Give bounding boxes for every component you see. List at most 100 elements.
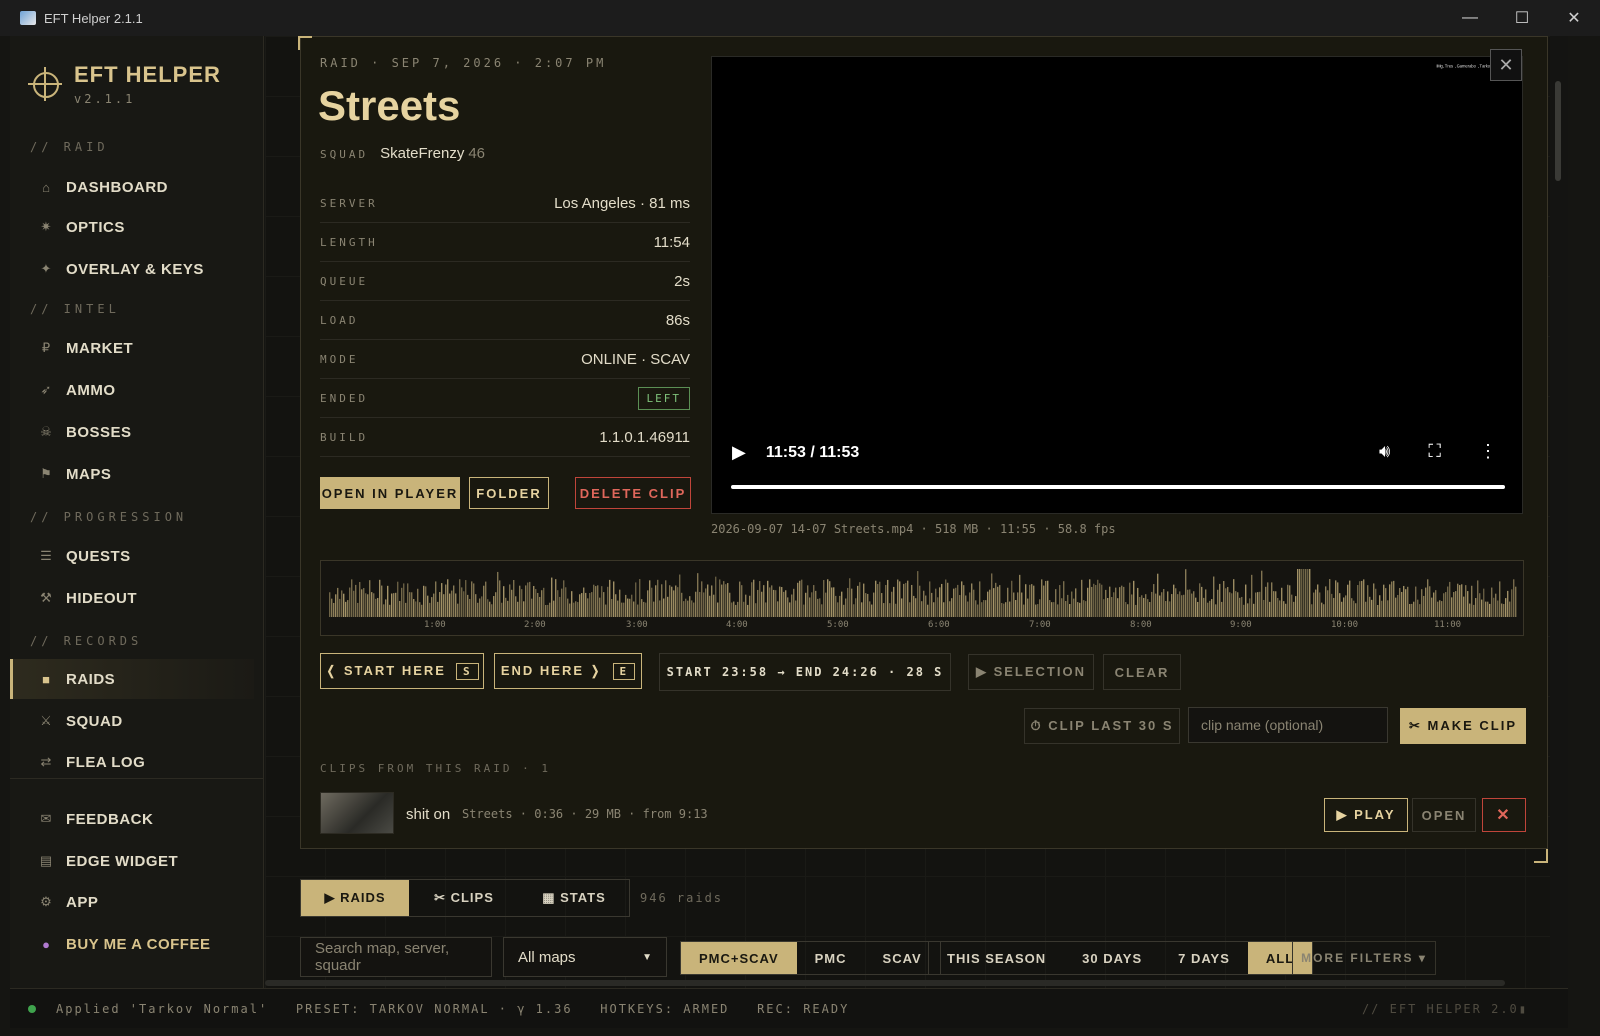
sidebar-item-overlay-keys[interactable]: ✦ OVERLAY & KEYS — [10, 249, 254, 289]
tab-clips[interactable]: ✂ CLIPS — [409, 880, 519, 916]
sidebar-item-app[interactable]: ⚙ APP — [10, 882, 254, 922]
sidebar-item-dashboard[interactable]: ⌂ DASHBOARD — [10, 167, 254, 207]
vertical-scrollbar[interactable] — [1550, 36, 1568, 988]
timeline-tick: 7:00 — [1029, 620, 1051, 630]
detail-row-build: BUILD 1.1.0.1.46911 — [320, 418, 690, 457]
filter-30-days[interactable]: 30 DAYS — [1064, 942, 1160, 974]
sidebar-item-raids[interactable]: ■ RAIDS — [10, 659, 254, 699]
audio-waveform-timeline[interactable]: 1:00 2:00 3:00 4:00 5:00 6:00 7:00 8:00 … — [320, 560, 1524, 636]
play-icon[interactable]: ▶ — [732, 442, 746, 463]
timeline-tick: 4:00 — [726, 620, 748, 630]
make-clip-button[interactable]: ✂ MAKE CLIP — [1400, 708, 1526, 744]
swords-icon: ⚔ — [40, 713, 52, 728]
tab-raids[interactable]: ▶ RAIDS — [301, 880, 409, 916]
detail-row-queue: QUEUE 2s — [320, 262, 690, 301]
sidebar-item-hideout[interactable]: ⚒ HIDEOUT — [10, 578, 254, 618]
play-clip-button[interactable]: ▶ PLAY — [1324, 798, 1408, 832]
sidebar-item-optics[interactable]: ✷ OPTICS — [10, 207, 254, 247]
sidebar-item-market[interactable]: ₽ MARKET — [10, 328, 254, 368]
sidebar-item-label: FEEDBACK — [66, 810, 154, 828]
raid-map-title: Streets — [318, 82, 461, 129]
app-icon — [20, 11, 36, 25]
sidebar-item-quests[interactable]: ☰ QUESTS — [10, 536, 254, 576]
squad-name: SkateFrenzy — [380, 145, 465, 162]
sidebar-item-label: MARKET — [66, 339, 134, 357]
maximize-button[interactable]: ☐ — [1496, 0, 1548, 36]
widget-icon: ▤ — [39, 853, 53, 868]
search-input[interactable]: Search map, server, squadr — [300, 937, 492, 977]
section-records: // RECORDS — [30, 634, 143, 648]
volume-icon[interactable]: 🔊︎ — [1379, 441, 1390, 462]
sidebar-item-bosses[interactable]: ☠ BOSSES — [10, 412, 254, 452]
minimize-button[interactable]: — — [1444, 0, 1496, 36]
clip-thumbnail[interactable] — [320, 792, 394, 834]
video-time: 11:53 / 11:53 — [765, 443, 860, 461]
sidebar-item-maps[interactable]: ⚑ MAPS — [10, 454, 254, 494]
skull-icon: ☠ — [40, 424, 52, 439]
selection-button[interactable]: ▶ SELECTION — [968, 654, 1094, 690]
sidebar-divider — [10, 778, 264, 779]
sidebar-item-label: BOSSES — [66, 423, 132, 441]
scrollbar-thumb[interactable] — [1555, 81, 1561, 181]
detail-key: ENDED — [320, 391, 369, 405]
sidebar-item-label: FLEA LOG — [66, 753, 146, 771]
filter-this-season[interactable]: THIS SEASON — [929, 942, 1064, 974]
open-in-player-button[interactable]: OPEN IN PLAYER — [320, 477, 460, 509]
close-window-button[interactable]: ✕ — [1548, 0, 1600, 36]
map-select-value: All maps — [518, 948, 576, 966]
filter-pmc[interactable]: PMC — [797, 942, 865, 974]
square-icon: ■ — [42, 671, 50, 687]
sidebar-item-label: SQUAD — [66, 712, 123, 730]
raid-count: 946 raids — [640, 891, 724, 905]
sidebar-item-label: DASHBOARD — [66, 178, 168, 196]
exchange-icon: ⇄ — [40, 754, 52, 769]
open-clip-button[interactable]: OPEN — [1412, 798, 1476, 832]
clip-name-input[interactable]: clip name (optional) — [1188, 707, 1388, 743]
delete-clip-icon[interactable]: ✕ — [1482, 798, 1526, 832]
detail-key: BUILD — [320, 430, 369, 444]
sidebar-item-ammo[interactable]: ➶ AMMO — [10, 370, 254, 410]
folder-button[interactable]: FOLDER — [469, 477, 549, 509]
tab-stats[interactable]: ▦ STATS — [519, 880, 629, 916]
end-here-button[interactable]: END HERE ❭ E — [494, 653, 642, 689]
title-bar: EFT Helper 2.1.1 — ☐ ✕ — [0, 0, 1600, 36]
sidebar-item-squad[interactable]: ⚔ SQUAD — [10, 701, 254, 741]
sidebar: EFT HELPER v2.1.1 // RAID ⌂ DASHBOARD ✷ OP… — [10, 36, 264, 988]
tools-icon: ⚒ — [40, 590, 52, 605]
start-here-button[interactable]: ❬ START HERE S — [320, 653, 484, 689]
app-window: EFT Helper 2.1.1 — ☐ ✕ EFT HELPER v2.1.1… — [0, 0, 1600, 1036]
map-select[interactable]: All maps ▼ — [503, 937, 667, 977]
detail-row-mode: MODE ONLINE · SCAV — [320, 340, 690, 379]
video-progress-bar[interactable] — [731, 485, 1505, 489]
close-video-icon[interactable]: ✕ — [1490, 49, 1522, 81]
timeline-tick: 6:00 — [928, 620, 950, 630]
detail-row-length: LENGTH 11:54 — [320, 223, 690, 262]
timeline-tick: 1:00 — [424, 620, 446, 630]
detail-row-ended: ENDED LEFT — [320, 379, 690, 418]
detail-value: 1.1.0.1.46911 — [599, 428, 690, 446]
sidebar-item-feedback[interactable]: ✉ FEEDBACK — [10, 799, 254, 839]
sidebar-item-flea-log[interactable]: ⇄ FLEA LOG — [10, 742, 254, 782]
filter-pmc-scav[interactable]: PMC+SCAV — [681, 942, 797, 974]
timeline-tick: 5:00 — [827, 620, 849, 630]
list-icon: ☰ — [40, 548, 52, 563]
video-player[interactable]: ᴵᴹᵍ·ᵀʳᵉˢ ·ᴳᵃᵐᵉʳᵃᵇᵒ ·ᵀᵃʳᵏᵒᵛ ✕ ▶ 11:53 / 1… — [711, 49, 1523, 514]
clip-last-30s-button[interactable]: ⏱ CLIP LAST 30 S — [1024, 708, 1180, 744]
more-options-icon[interactable]: ⋮ — [1479, 441, 1497, 462]
sidebar-item-buy-me-a-coffee[interactable]: ● BUY ME A COFFEE — [10, 924, 254, 964]
status-dot-icon — [28, 1004, 36, 1013]
filter-7-days[interactable]: 7 DAYS — [1160, 942, 1248, 974]
sidebar-item-label: EDGE WIDGET — [66, 852, 179, 870]
sidebar-item-label: HIDEOUT — [66, 589, 137, 607]
fullscreen-icon[interactable]: ⛶ — [1428, 441, 1441, 462]
sidebar-item-edge-widget[interactable]: ▤ EDGE WIDGET — [10, 841, 254, 881]
delete-clip-button[interactable]: DELETE CLIP — [575, 477, 691, 509]
more-filters-button[interactable]: MORE FILTERS ▾ — [1292, 941, 1436, 975]
clear-button[interactable]: CLEAR — [1103, 654, 1181, 690]
section-intel: // INTEL — [30, 302, 120, 316]
start-key: S — [455, 662, 479, 680]
status-right: // EFT HELPER 2.0▮ — [1361, 1001, 1528, 1016]
horizontal-scrollbar[interactable] — [265, 980, 1505, 986]
window-title: EFT Helper 2.1.1 — [44, 10, 143, 26]
sidebar-item-label: RAIDS — [66, 670, 116, 688]
